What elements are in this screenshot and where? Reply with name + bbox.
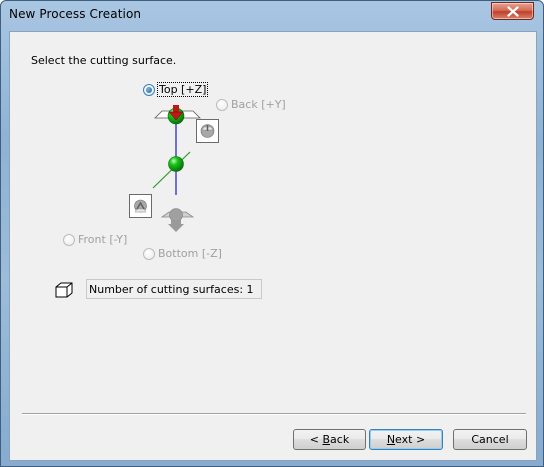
radio-label-front: Front [-Y] [78,233,128,246]
radio-label-back: Back [+Y] [231,98,286,111]
red-arrow-icon [168,105,184,121]
back-button-rest: ack [330,433,350,446]
radio-top-z[interactable]: Top [+Z] [143,82,209,97]
cutting-surfaces-count: Number of cutting surfaces: 1 [86,279,262,299]
radio-bottom-z[interactable]: Bottom [-Z] [143,247,222,260]
title-bar[interactable]: New Process Creation [1,1,543,31]
radio-button[interactable] [63,233,75,246]
back-button-prefix: < [309,433,323,446]
cancel-button[interactable]: Cancel [453,429,527,450]
radio-button[interactable] [143,83,155,96]
dialog-window: New Process Creation Select the cutting … [0,0,544,467]
close-icon [507,6,519,17]
bottom-plane [160,211,195,218]
green-sphere-icon [168,156,184,172]
close-button[interactable] [491,2,534,20]
instruction-text: Select the cutting surface. [31,54,177,67]
back-button[interactable]: < Back [293,429,366,450]
top-plane [154,110,201,119]
next-button[interactable]: Next > [369,429,443,450]
surface-diagram [152,105,201,232]
separator [22,413,526,415]
radio-button[interactable] [143,247,155,260]
back-surface-icon [196,119,219,143]
y-axis-line [152,151,191,189]
dialog-client-area: Select the cutting surface. Top [+Z] Bac… [9,31,537,461]
next-button-mnemonic: N [386,433,396,446]
cube-icon [55,282,73,298]
radio-button[interactable] [216,98,228,111]
radio-label-bottom: Bottom [-Z] [158,247,222,260]
back-button-mnemonic: B [322,433,331,446]
green-sphere-icon [167,107,185,125]
window-title: New Process Creation [9,7,142,21]
radio-back-y[interactable]: Back [+Y] [216,98,286,111]
radio-label-top: Top [+Z] [156,82,209,97]
bottom-sphere-icon [169,208,183,222]
bottom-arrow-icon [168,220,184,232]
radio-front-y[interactable]: Front [-Y] [63,233,127,246]
front-surface-icon [129,194,152,218]
next-button-rest: ext > [395,433,426,446]
